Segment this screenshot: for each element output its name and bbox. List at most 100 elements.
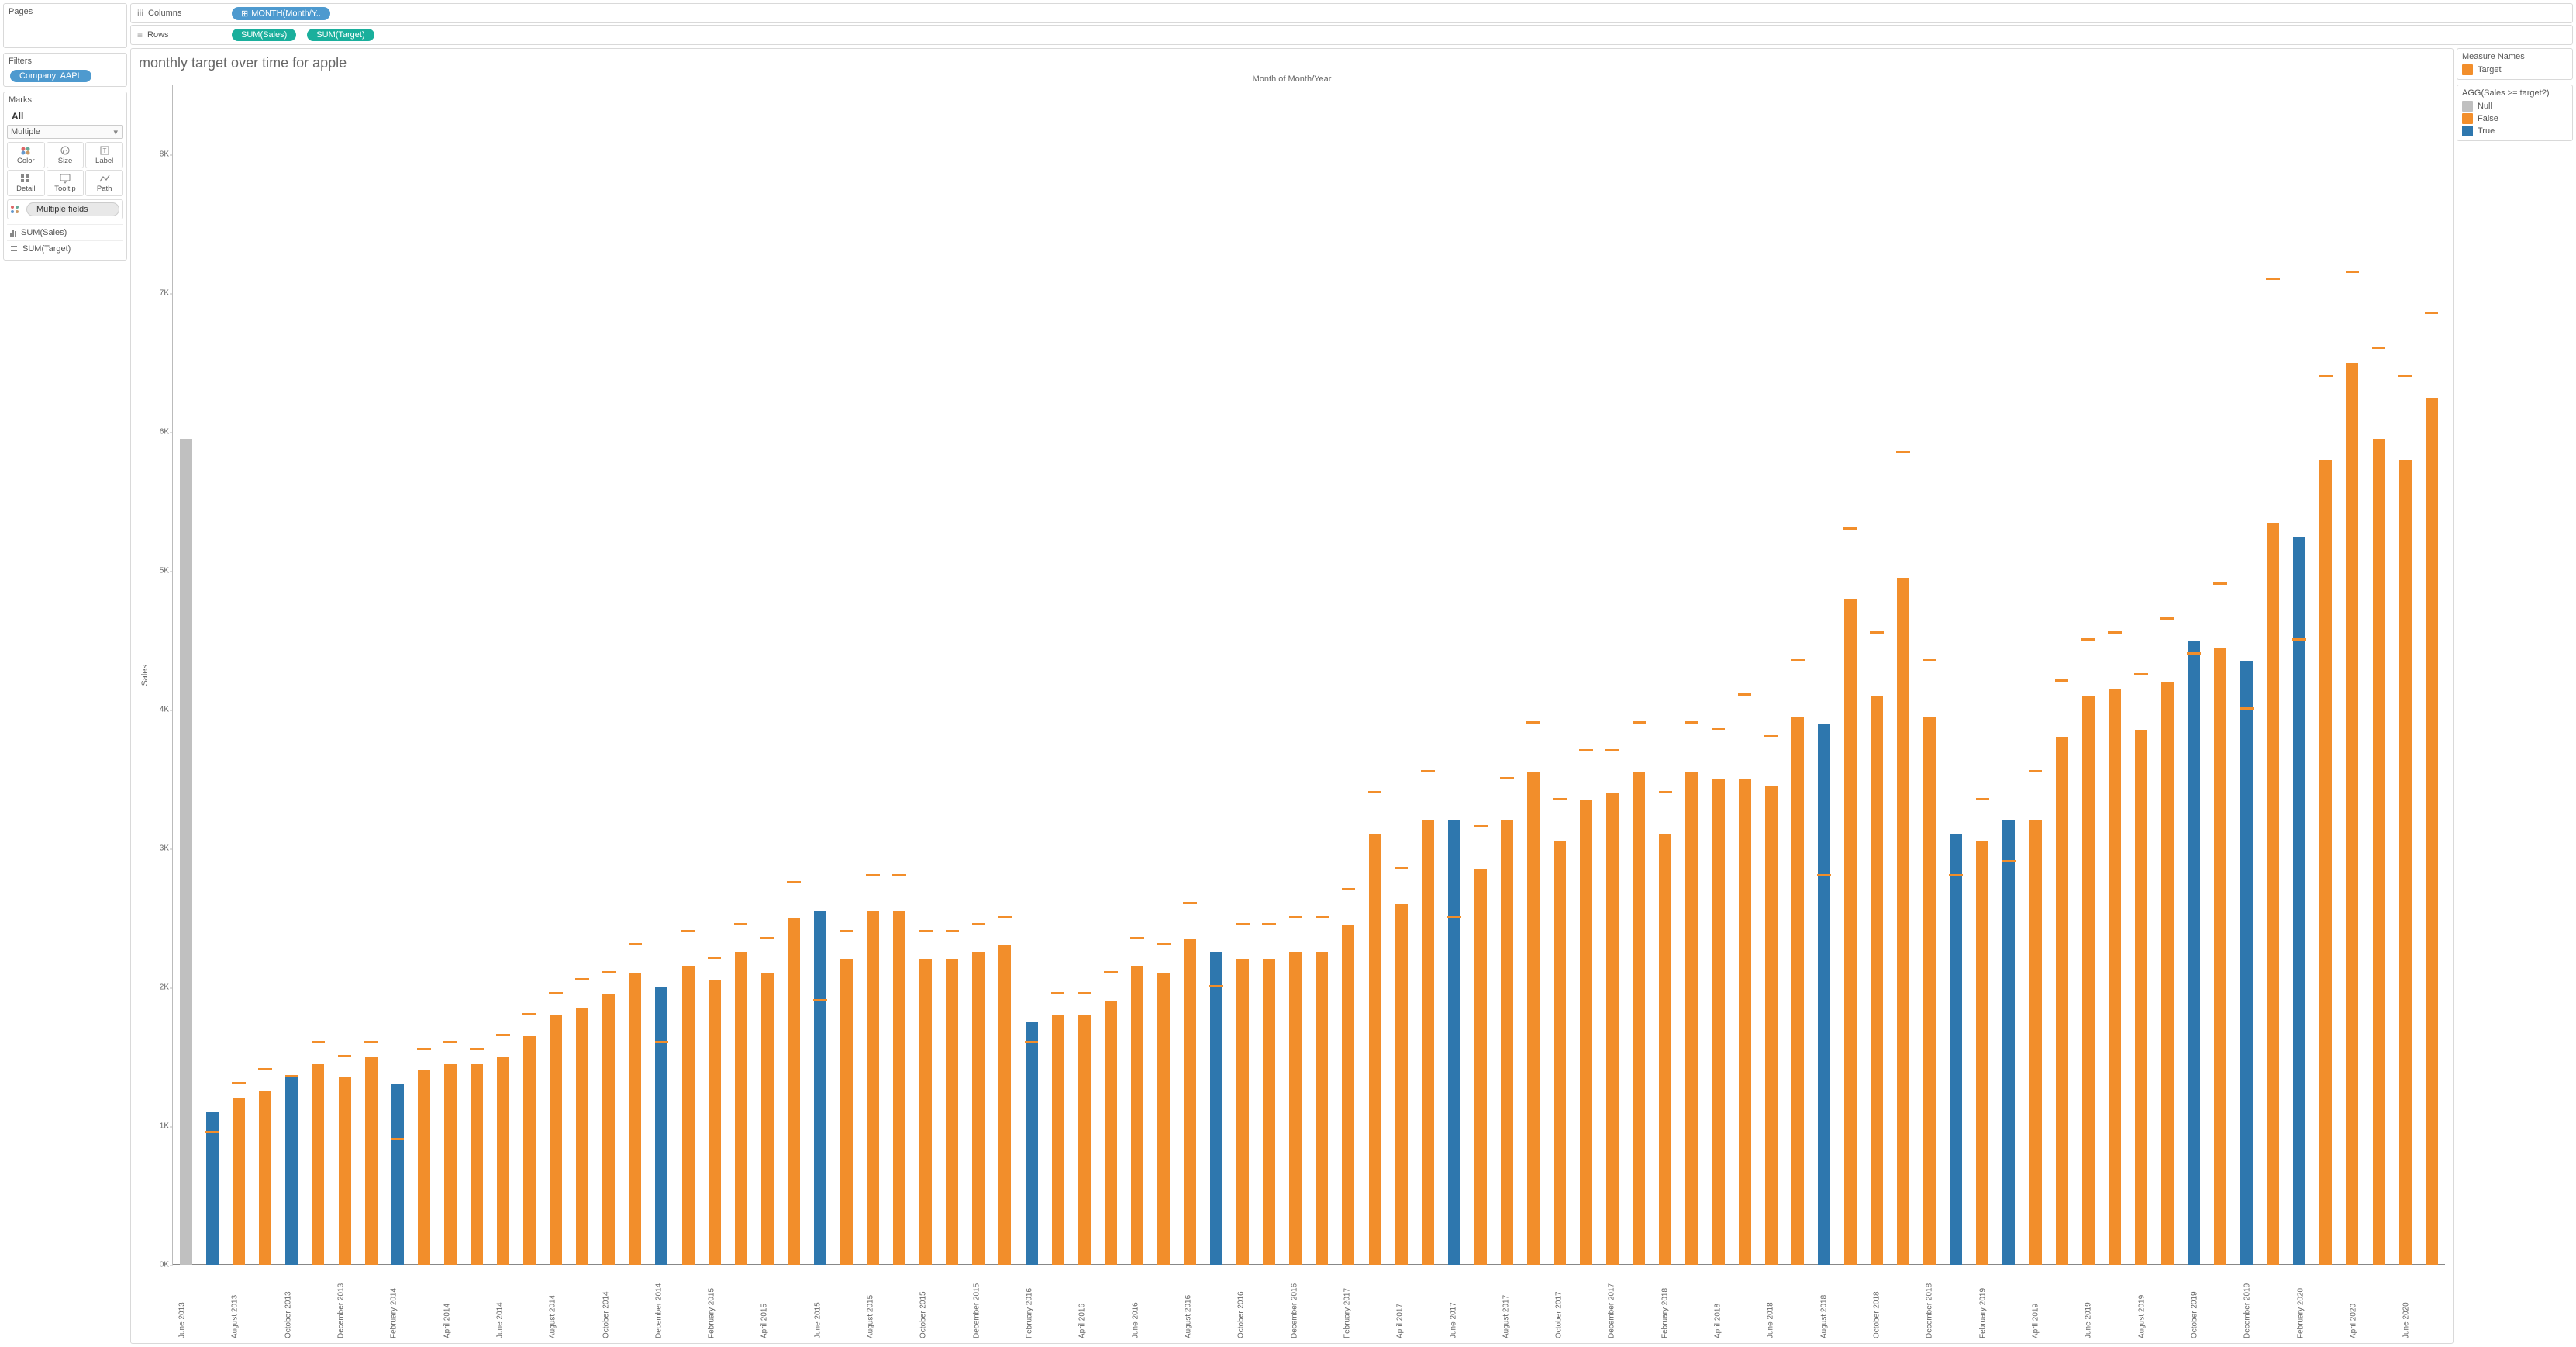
target-tick[interactable] xyxy=(840,930,853,932)
rows-pill-sales[interactable]: SUM(Sales) xyxy=(232,29,296,41)
bar-wrap[interactable] xyxy=(174,85,198,1265)
target-tick[interactable] xyxy=(470,1048,484,1050)
bar-wrap[interactable] xyxy=(1257,85,1281,1265)
target-tick[interactable] xyxy=(496,1034,510,1036)
target-tick[interactable] xyxy=(1421,770,1435,772)
target-tick[interactable] xyxy=(602,971,616,973)
bar-wrap[interactable] xyxy=(1838,85,1863,1265)
bar-wrap[interactable] xyxy=(1864,85,1889,1265)
target-tick[interactable] xyxy=(2055,679,2069,682)
bar-wrap[interactable] xyxy=(200,85,225,1265)
target-tick[interactable] xyxy=(2187,652,2201,655)
target-tick[interactable] xyxy=(787,881,801,883)
bar-wrap[interactable] xyxy=(2234,85,2259,1265)
target-tick[interactable] xyxy=(2319,375,2333,377)
multiple-fields-pill[interactable]: Multiple fields xyxy=(26,202,119,216)
bar-wrap[interactable] xyxy=(2023,85,2047,1265)
target-tick[interactable] xyxy=(2425,312,2439,314)
target-tick[interactable] xyxy=(1738,693,1752,696)
target-tick[interactable] xyxy=(2372,347,2386,349)
bar-wrap[interactable] xyxy=(438,85,463,1265)
bar-wrap[interactable] xyxy=(1495,85,1519,1265)
bar-wrap[interactable] xyxy=(1733,85,1757,1265)
target-tick[interactable] xyxy=(1526,721,1540,724)
bar-wrap[interactable] xyxy=(543,85,568,1265)
target-tick[interactable] xyxy=(655,1041,669,1043)
bar-wrap[interactable] xyxy=(1917,85,1942,1265)
bar-wrap[interactable] xyxy=(332,85,357,1265)
bar-wrap[interactable] xyxy=(649,85,674,1265)
bar-wrap[interactable] xyxy=(2102,85,2127,1265)
bar-wrap[interactable] xyxy=(675,85,700,1265)
bar-wrap[interactable] xyxy=(1178,85,1202,1265)
target-tick[interactable] xyxy=(892,874,906,876)
bar-wrap[interactable] xyxy=(2313,85,2338,1265)
bar-wrap[interactable] xyxy=(359,85,384,1265)
bar-wrap[interactable] xyxy=(491,85,516,1265)
bar-wrap[interactable] xyxy=(1468,85,1493,1265)
target-tick[interactable] xyxy=(205,1131,219,1133)
bar-wrap[interactable] xyxy=(1547,85,1572,1265)
columns-shelf[interactable]: iii Columns ⊞MONTH(Month/Y.. xyxy=(130,3,2573,23)
target-tick[interactable] xyxy=(391,1138,405,1140)
target-tick[interactable] xyxy=(285,1075,299,1077)
target-tick[interactable] xyxy=(2213,582,2227,585)
target-tick[interactable] xyxy=(1791,659,1805,661)
target-tick[interactable] xyxy=(1236,923,1250,925)
target-tick[interactable] xyxy=(2002,860,2016,862)
target-tick[interactable] xyxy=(364,1041,378,1043)
target-tick[interactable] xyxy=(1923,659,1936,661)
target-tick[interactable] xyxy=(919,930,933,932)
bar-wrap[interactable] xyxy=(2181,85,2206,1265)
bar-wrap[interactable] xyxy=(1098,85,1123,1265)
bar-wrap[interactable] xyxy=(1442,85,1467,1265)
target-tick[interactable] xyxy=(2240,707,2254,710)
bar-wrap[interactable] xyxy=(887,85,912,1265)
marks-sum-target-row[interactable]: SUM(Target) xyxy=(7,240,123,257)
bar-wrap[interactable] xyxy=(834,85,859,1265)
mark-label-button[interactable]: T Label xyxy=(85,142,123,168)
bar-wrap[interactable] xyxy=(808,85,833,1265)
target-tick[interactable] xyxy=(2160,617,2174,620)
target-tick[interactable] xyxy=(1870,631,1884,634)
target-tick[interactable] xyxy=(1633,721,1647,724)
bar-wrap[interactable] xyxy=(1204,85,1229,1265)
bar-wrap[interactable] xyxy=(1230,85,1255,1265)
bar-wrap[interactable] xyxy=(2419,85,2444,1265)
filter-pill-company[interactable]: Company: AAPL xyxy=(10,70,91,82)
bar-wrap[interactable] xyxy=(464,85,489,1265)
rows-pill-target[interactable]: SUM(Target) xyxy=(307,29,374,41)
bar-wrap[interactable] xyxy=(729,85,753,1265)
bar-wrap[interactable] xyxy=(226,85,251,1265)
bar-wrap[interactable] xyxy=(755,85,780,1265)
sales-bar[interactable] xyxy=(180,439,192,1265)
target-tick[interactable] xyxy=(2346,271,2360,273)
marks-all-tab[interactable]: All xyxy=(7,108,123,125)
target-tick[interactable] xyxy=(1896,451,1910,453)
target-tick[interactable] xyxy=(232,1082,246,1084)
bar-wrap[interactable] xyxy=(2050,85,2074,1265)
bar-wrap[interactable] xyxy=(1389,85,1414,1265)
target-tick[interactable] xyxy=(734,923,748,925)
marks-type-select[interactable]: Multiple xyxy=(7,125,123,139)
target-tick[interactable] xyxy=(338,1055,352,1057)
target-tick[interactable] xyxy=(1262,923,1276,925)
bar-wrap[interactable] xyxy=(1521,85,1546,1265)
target-tick[interactable] xyxy=(972,923,986,925)
target-tick[interactable] xyxy=(2029,770,2043,772)
target-tick[interactable] xyxy=(312,1041,326,1043)
bar-wrap[interactable] xyxy=(2155,85,2180,1265)
target-tick[interactable] xyxy=(417,1048,431,1050)
target-tick[interactable] xyxy=(258,1068,272,1070)
target-tick[interactable] xyxy=(1817,874,1831,876)
target-tick[interactable] xyxy=(1395,867,1409,869)
target-tick[interactable] xyxy=(1976,798,1990,800)
bar-wrap[interactable] xyxy=(1072,85,1097,1265)
target-tick[interactable] xyxy=(1579,749,1593,751)
bar-wrap[interactable] xyxy=(1891,85,1916,1265)
bar-wrap[interactable] xyxy=(1574,85,1598,1265)
bar-wrap[interactable] xyxy=(385,85,410,1265)
bar-wrap[interactable] xyxy=(1336,85,1360,1265)
target-tick[interactable] xyxy=(1130,937,1144,939)
legend-item-target[interactable]: Target xyxy=(2462,64,2567,76)
